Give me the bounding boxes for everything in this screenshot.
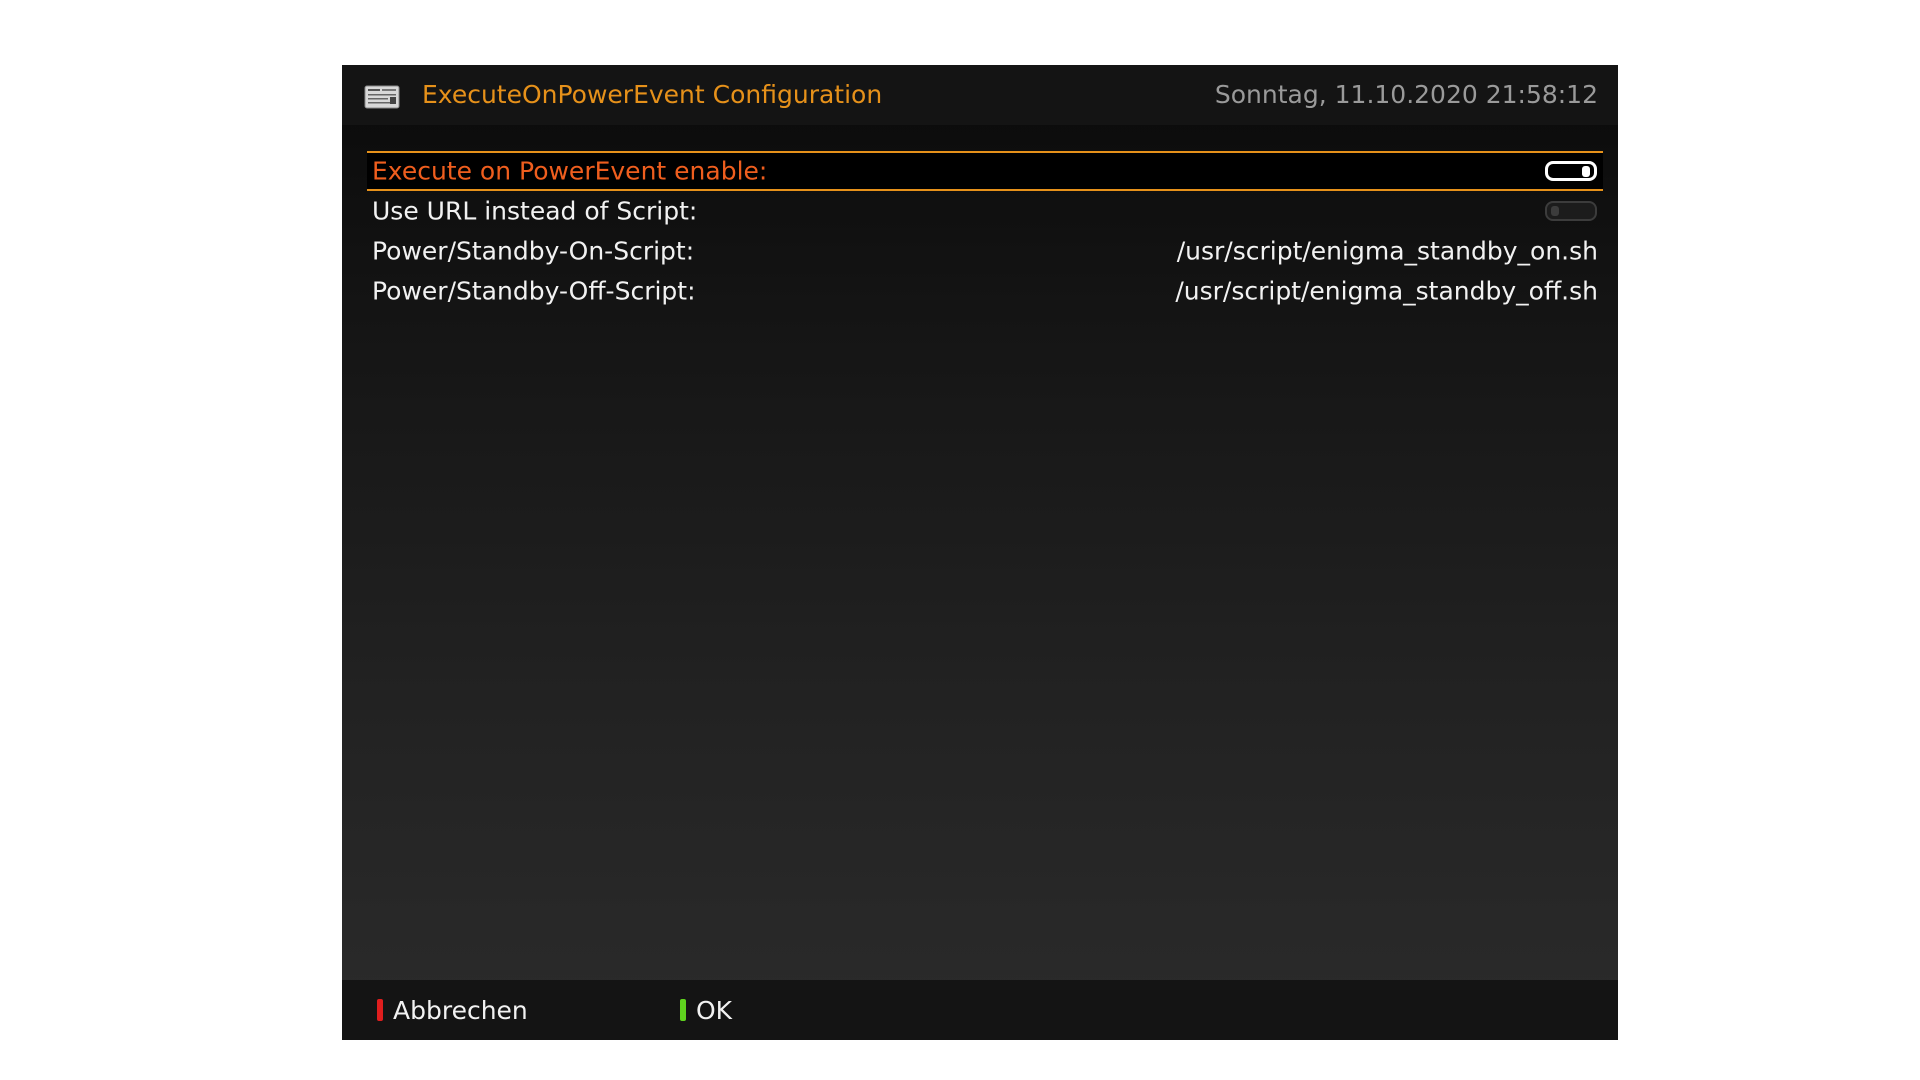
setting-label: Use URL instead of Script: (372, 196, 698, 226)
setting-row-use-url[interactable]: Use URL instead of Script: (367, 191, 1603, 231)
toggle-switch-off[interactable] (1545, 201, 1597, 221)
setting-row-standby-on-script[interactable]: Power/Standby-On-Script: /usr/script/eni… (367, 231, 1603, 271)
setting-label: Execute on PowerEvent enable: (372, 156, 768, 186)
red-key-icon (377, 999, 383, 1021)
setting-row-execute-enable[interactable]: Execute on PowerEvent enable: (367, 151, 1603, 191)
toggle-knob (1582, 166, 1590, 177)
setting-row-standby-off-script[interactable]: Power/Standby-Off-Script: /usr/script/en… (367, 271, 1603, 311)
toggle-knob (1551, 206, 1559, 216)
ok-button[interactable]: OK (680, 994, 732, 1026)
config-screen: ExecuteOnPowerEvent Configuration Sonnta… (342, 65, 1618, 1040)
header-bar: ExecuteOnPowerEvent Configuration Sonnta… (342, 65, 1618, 125)
setting-value: /usr/script/enigma_standby_on.sh (1176, 236, 1598, 266)
setup-screen-icon (364, 85, 400, 109)
cancel-button[interactable]: Abbrechen (377, 994, 528, 1026)
setting-label: Power/Standby-On-Script: (372, 236, 695, 266)
toggle-switch-on[interactable] (1545, 161, 1597, 181)
ok-label: OK (696, 995, 733, 1025)
cancel-label: Abbrechen (393, 995, 528, 1025)
settings-list: Execute on PowerEvent enable: Use URL in… (367, 151, 1603, 311)
button-bar: Abbrechen OK (342, 980, 1618, 1040)
green-key-icon (680, 999, 686, 1021)
date-time-display: Sonntag, 11.10.2020 21:58:12 (1214, 80, 1598, 109)
setting-label: Power/Standby-Off-Script: (372, 276, 696, 306)
setting-value: /usr/script/enigma_standby_off.sh (1175, 276, 1598, 306)
page-title: ExecuteOnPowerEvent Configuration (422, 80, 883, 109)
